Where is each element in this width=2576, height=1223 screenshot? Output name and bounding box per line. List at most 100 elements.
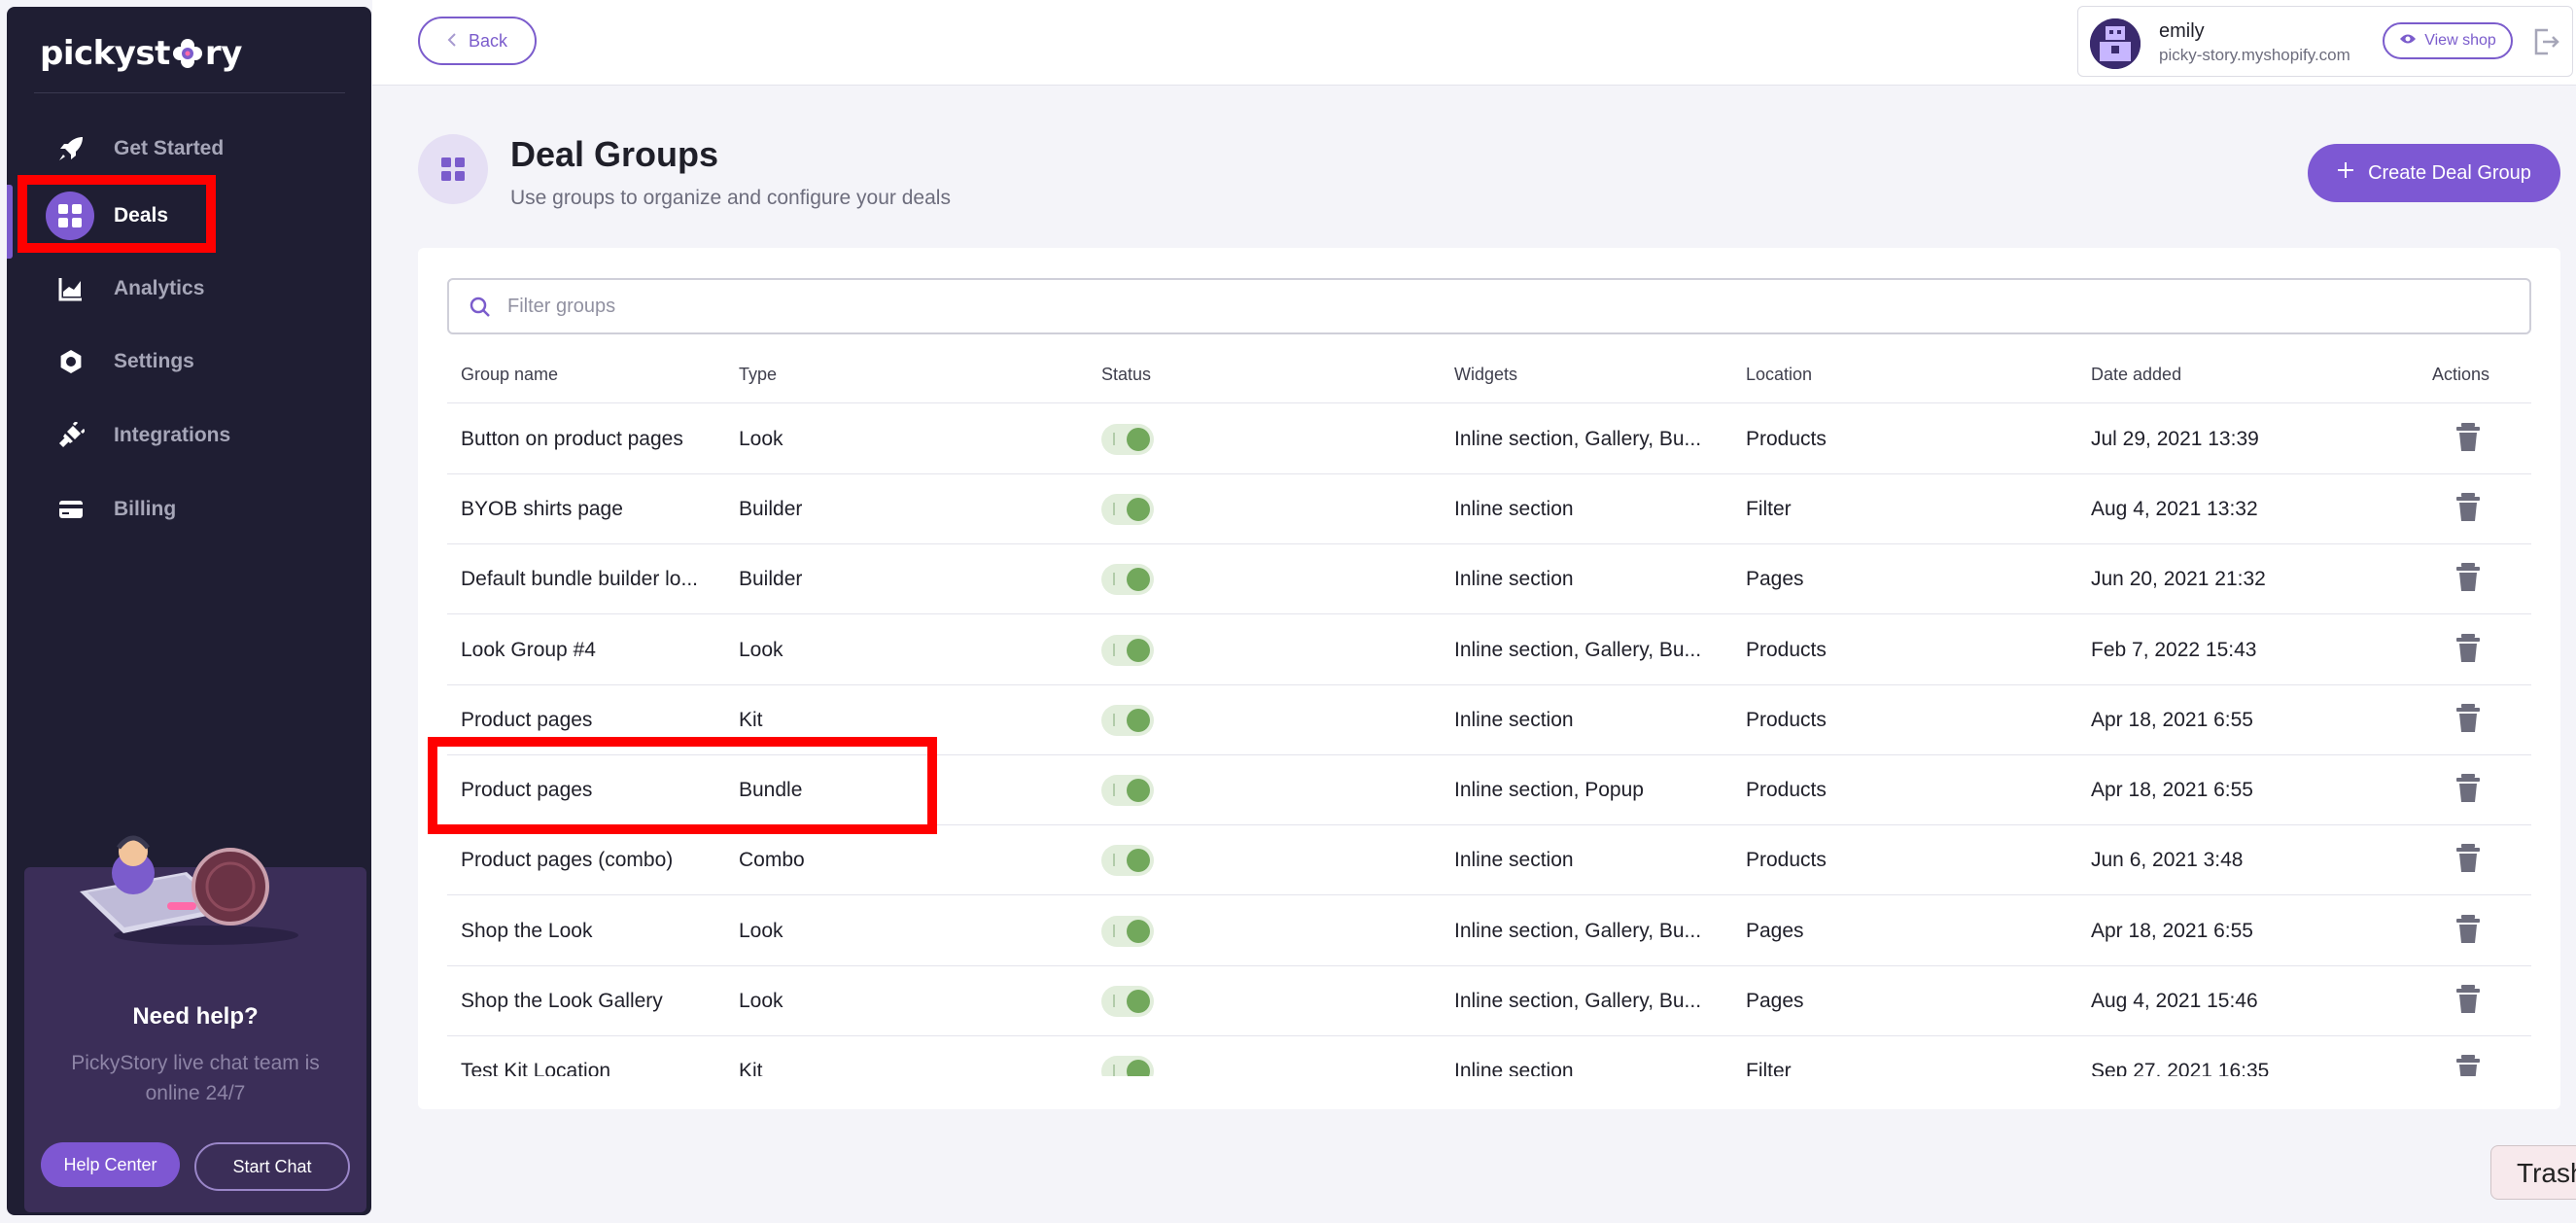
date-added-cell: Jun 6, 2021 3:48 — [2091, 849, 2244, 871]
widgets-cell: Inline section — [1454, 849, 1574, 871]
type-cell: Kit — [739, 1060, 763, 1076]
help-center-button[interactable]: Help Center — [41, 1142, 180, 1187]
filter-field[interactable] — [447, 278, 2531, 334]
date-added-cell: Sep 27, 2021 16:35 — [2091, 1060, 2270, 1076]
back-button[interactable]: Back — [418, 17, 537, 65]
trash-icon[interactable] — [2454, 1054, 2483, 1076]
widgets-cell: Inline section — [1454, 709, 1574, 731]
status-toggle[interactable] — [1101, 775, 1154, 806]
trash-icon[interactable] — [2454, 562, 2483, 593]
widgets-cell: Inline section — [1454, 568, 1574, 590]
column-header-group-name[interactable]: Group name — [461, 365, 558, 385]
flower-icon — [171, 37, 204, 70]
sidebar-item-analytics[interactable]: Analytics — [7, 258, 371, 320]
widgets-cell: Inline section — [1454, 498, 1574, 520]
location-cell: Products — [1746, 639, 1827, 661]
table-row[interactable]: Default bundle builder lo... Builder Inl… — [447, 544, 2531, 614]
status-toggle[interactable] — [1101, 494, 1154, 525]
trash-icon[interactable] — [2454, 984, 2483, 1015]
sidebar-item-integrations[interactable]: Integrations — [7, 404, 371, 467]
type-cell: Kit — [739, 709, 763, 731]
status-toggle[interactable] — [1101, 845, 1154, 876]
date-added-cell: Apr 18, 2021 6:55 — [2091, 709, 2253, 731]
page-title: Deal Groups — [510, 134, 719, 174]
group-name-cell: Shop the Look Gallery — [461, 990, 663, 1012]
gear-icon — [53, 344, 88, 379]
widgets-cell: Inline section — [1454, 1060, 1574, 1076]
table-row[interactable]: Product pages (combo) Combo Inline secti… — [447, 825, 2531, 895]
trash-icon[interactable] — [2454, 422, 2483, 453]
trash-icon[interactable] — [2454, 773, 2483, 804]
date-added-cell: Apr 18, 2021 6:55 — [2091, 920, 2253, 942]
status-toggle[interactable] — [1101, 986, 1154, 1017]
logo-text-start: pickyst — [40, 34, 170, 73]
trash-icon[interactable] — [2454, 492, 2483, 523]
group-name-cell: Product pages (combo) — [461, 849, 674, 871]
table-row[interactable]: Shop the Look Look Inline section, Galle… — [447, 896, 2531, 966]
chart-icon — [53, 271, 88, 306]
logo-text-end: ry — [204, 34, 242, 73]
status-toggle[interactable] — [1101, 635, 1154, 666]
column-header-location[interactable]: Location — [1746, 365, 1812, 385]
sidebar-item-label: Settings — [114, 350, 194, 372]
sidebar-item-settings[interactable]: Settings — [7, 331, 371, 393]
column-header-status[interactable]: Status — [1101, 365, 1151, 385]
group-name-cell: Look Group #4 — [461, 639, 596, 661]
group-name-cell: Button on product pages — [461, 428, 683, 450]
pickystory-logo[interactable]: pickyst ry — [40, 30, 242, 77]
date-added-cell: Apr 18, 2021 6:55 — [2091, 779, 2253, 801]
create-deal-group-label: Create Deal Group — [2368, 161, 2531, 184]
trash-icon[interactable] — [2454, 843, 2483, 874]
deal-groups-card: Group name Type Status Widgets Location … — [418, 248, 2560, 1109]
table-row[interactable]: Shop the Look Gallery Look Inline sectio… — [447, 966, 2531, 1036]
status-toggle[interactable] — [1101, 705, 1154, 736]
filter-groups-input[interactable] — [507, 292, 2452, 321]
highlight-product-pages-bundle — [428, 737, 937, 834]
trash-icon[interactable] — [2454, 914, 2483, 945]
location-cell: Products — [1746, 849, 1827, 871]
trash-tooltip: Trash — [2490, 1145, 2576, 1200]
card-icon — [53, 492, 88, 527]
location-cell: Products — [1746, 428, 1827, 450]
deal-groups-icon — [418, 134, 488, 204]
status-toggle[interactable] — [1101, 916, 1154, 947]
widgets-cell: Inline section, Gallery, Bu... — [1454, 428, 1702, 450]
group-name-cell: Shop the Look — [461, 920, 593, 942]
page-subtitle: Use groups to organize and configure you… — [510, 187, 951, 209]
column-header-date-added[interactable]: Date added — [2091, 365, 2181, 385]
chevron-left-icon — [447, 31, 457, 52]
trash-icon[interactable] — [2454, 633, 2483, 664]
type-cell: Look — [739, 428, 783, 450]
status-toggle[interactable] — [1101, 424, 1154, 455]
table-row[interactable]: Button on product pages Look Inline sect… — [447, 404, 2531, 474]
table-row[interactable]: Test Kit Location Kit Inline section Fil… — [447, 1036, 2531, 1076]
trash-icon[interactable] — [2454, 703, 2483, 734]
table-row[interactable]: Look Group #4 Look Inline section, Galle… — [447, 615, 2531, 685]
plug-icon — [53, 418, 88, 453]
status-toggle[interactable] — [1101, 1056, 1154, 1076]
sidebar-item-billing[interactable]: Billing — [7, 478, 371, 541]
column-header-type[interactable]: Type — [739, 365, 777, 385]
view-shop-button[interactable]: View shop — [2383, 22, 2513, 59]
start-chat-button[interactable]: Start Chat — [194, 1142, 350, 1191]
table-row[interactable]: BYOB shirts page Builder Inline section … — [447, 474, 2531, 544]
sidebar-item-label: Integrations — [114, 424, 231, 446]
user-name: emily — [2159, 20, 2205, 42]
date-added-cell: Jun 20, 2021 21:32 — [2091, 568, 2266, 590]
avatar[interactable] — [2090, 18, 2141, 69]
sidebar-item-get-started[interactable]: Get Started — [7, 118, 371, 180]
help-text: PickyStory live chat team is online 24/7 — [71, 1052, 320, 1104]
logout-icon[interactable] — [2530, 26, 2561, 57]
logo-divider — [34, 92, 345, 93]
location-cell: Filter — [1746, 498, 1792, 520]
create-deal-group-button[interactable]: Create Deal Group — [2308, 144, 2560, 202]
active-indicator — [7, 185, 13, 259]
top-bar: Back emily picky-story.myshopify.com Vie… — [372, 0, 2576, 86]
status-toggle[interactable] — [1101, 564, 1154, 595]
type-cell: Look — [739, 920, 783, 942]
location-cell: Pages — [1746, 568, 1804, 590]
widgets-cell: Inline section, Gallery, Bu... — [1454, 639, 1702, 661]
column-header-widgets[interactable]: Widgets — [1454, 365, 1517, 385]
group-name-cell: Product pages — [461, 709, 593, 731]
sidebar-item-label: Analytics — [114, 277, 205, 299]
